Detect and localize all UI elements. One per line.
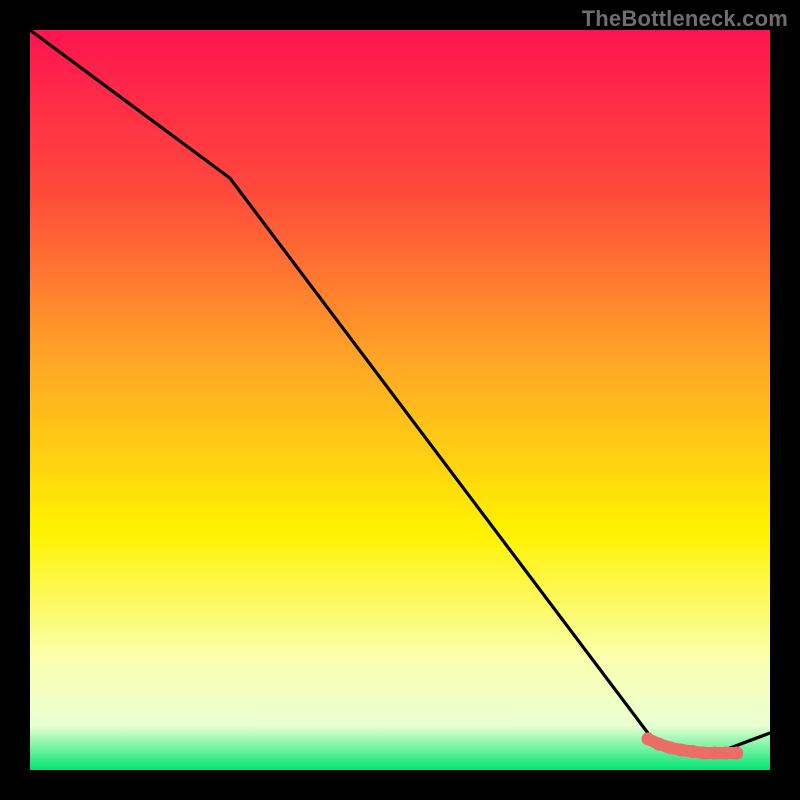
highlight-point (719, 746, 732, 759)
highlight-point (653, 738, 666, 751)
plot-background (30, 30, 770, 770)
highlight-point (708, 746, 721, 759)
highlight-point (675, 744, 688, 757)
highlight-point (686, 745, 699, 758)
chart-svg (0, 0, 800, 800)
chart-container: TheBottleneck.com (0, 0, 800, 800)
watermark-text: TheBottleneck.com (582, 6, 788, 32)
highlight-point (664, 741, 677, 754)
highlight-point (697, 746, 710, 759)
highlight-point (641, 732, 654, 745)
highlight-point (730, 746, 743, 759)
